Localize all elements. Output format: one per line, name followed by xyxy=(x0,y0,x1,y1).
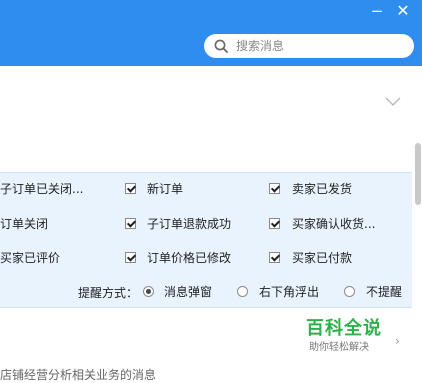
option-label: 买家确认收货... xyxy=(292,217,376,231)
checkbox[interactable] xyxy=(125,252,136,263)
radio-popup[interactable] xyxy=(143,286,154,297)
option-label: 新订单 xyxy=(147,182,184,196)
radio-label: 消息弹窗 xyxy=(164,285,213,299)
radio-bottom-right[interactable] xyxy=(237,286,248,297)
option-label: 订单价格已修改 xyxy=(147,251,232,265)
checkbox[interactable] xyxy=(125,218,136,229)
reminder-mode-label: 提醒方式： xyxy=(78,286,139,300)
message-panel xyxy=(0,66,422,172)
option-label: 卖家已发货 xyxy=(292,182,353,196)
checkbox[interactable] xyxy=(269,218,280,229)
radio-label: 右下角浮出 xyxy=(259,285,320,299)
watermark-subtitle: 助你轻松解决 xyxy=(309,342,369,353)
checkbox[interactable] xyxy=(269,183,280,194)
chevron-right-icon: › xyxy=(395,334,400,348)
radio-no-reminder[interactable] xyxy=(344,286,355,297)
option-label: 买家已评价 xyxy=(0,251,61,265)
search-box[interactable] xyxy=(204,34,414,58)
category-description: 店铺经营分析相关业务的消息 xyxy=(0,368,157,382)
watermark-logo: 百科全说 xyxy=(306,318,382,339)
search-input[interactable] xyxy=(236,36,404,56)
chevron-down-icon[interactable] xyxy=(385,97,401,107)
option-label: 订单关闭 xyxy=(0,217,49,231)
option-label: 子订单退款成功 xyxy=(147,217,232,231)
option-label: 子订单已关闭... xyxy=(0,182,84,196)
option-label: 买家已付款 xyxy=(292,251,353,265)
checkbox[interactable] xyxy=(125,183,136,194)
close-button[interactable]: ✕ xyxy=(388,0,418,22)
radio-label: 不提醒 xyxy=(366,285,403,299)
scrollbar-thumb[interactable] xyxy=(415,143,421,205)
checkbox[interactable] xyxy=(269,252,280,263)
search-icon xyxy=(214,39,228,53)
title-bar: − ✕ xyxy=(0,0,422,66)
